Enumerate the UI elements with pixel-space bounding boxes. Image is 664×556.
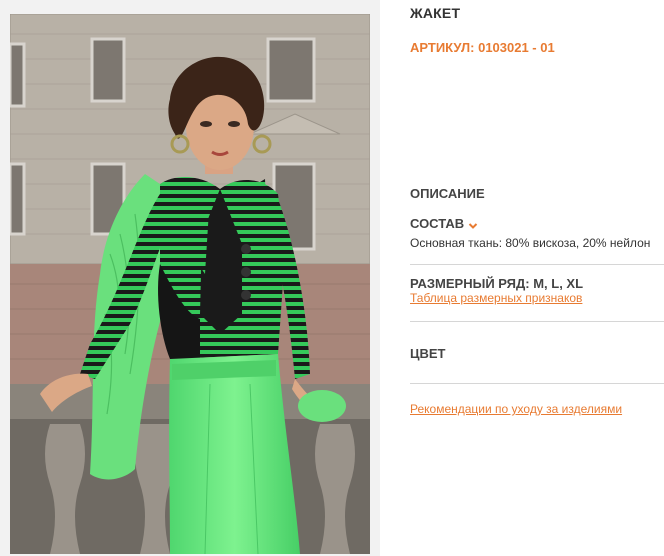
product-title: ЖАКЕТ [410, 5, 461, 21]
product-info-panel: ЖАКЕТ АРТИКУЛ: 0103021 - 01 ОПИСАНИЕ СОС… [410, 0, 664, 556]
size-range: РАЗМЕРНЫЙ РЯД: M, L, XL [410, 276, 584, 291]
care-recommendations-link[interactable]: Рекомендации по уходу за изделиями [410, 402, 622, 416]
product-photo-frame [0, 0, 380, 556]
composition-toggle[interactable]: СОСТАВ [410, 216, 478, 231]
divider [410, 264, 664, 265]
divider [410, 383, 664, 384]
model-photo-illustration [10, 14, 370, 554]
color-heading: ЦВЕТ [410, 346, 446, 361]
size-table-link[interactable]: Таблица размерных признаков [410, 291, 582, 305]
product-article: АРТИКУЛ: 0103021 - 01 [410, 40, 555, 55]
composition-label: СОСТАВ [410, 216, 465, 231]
product-photo[interactable] [10, 14, 370, 554]
description-heading: ОПИСАНИЕ [410, 186, 485, 201]
divider [410, 321, 664, 322]
composition-value: Основная ткань: 80% вискоза, 20% нейлон [410, 236, 651, 250]
chevron-down-icon[interactable] [468, 219, 478, 229]
